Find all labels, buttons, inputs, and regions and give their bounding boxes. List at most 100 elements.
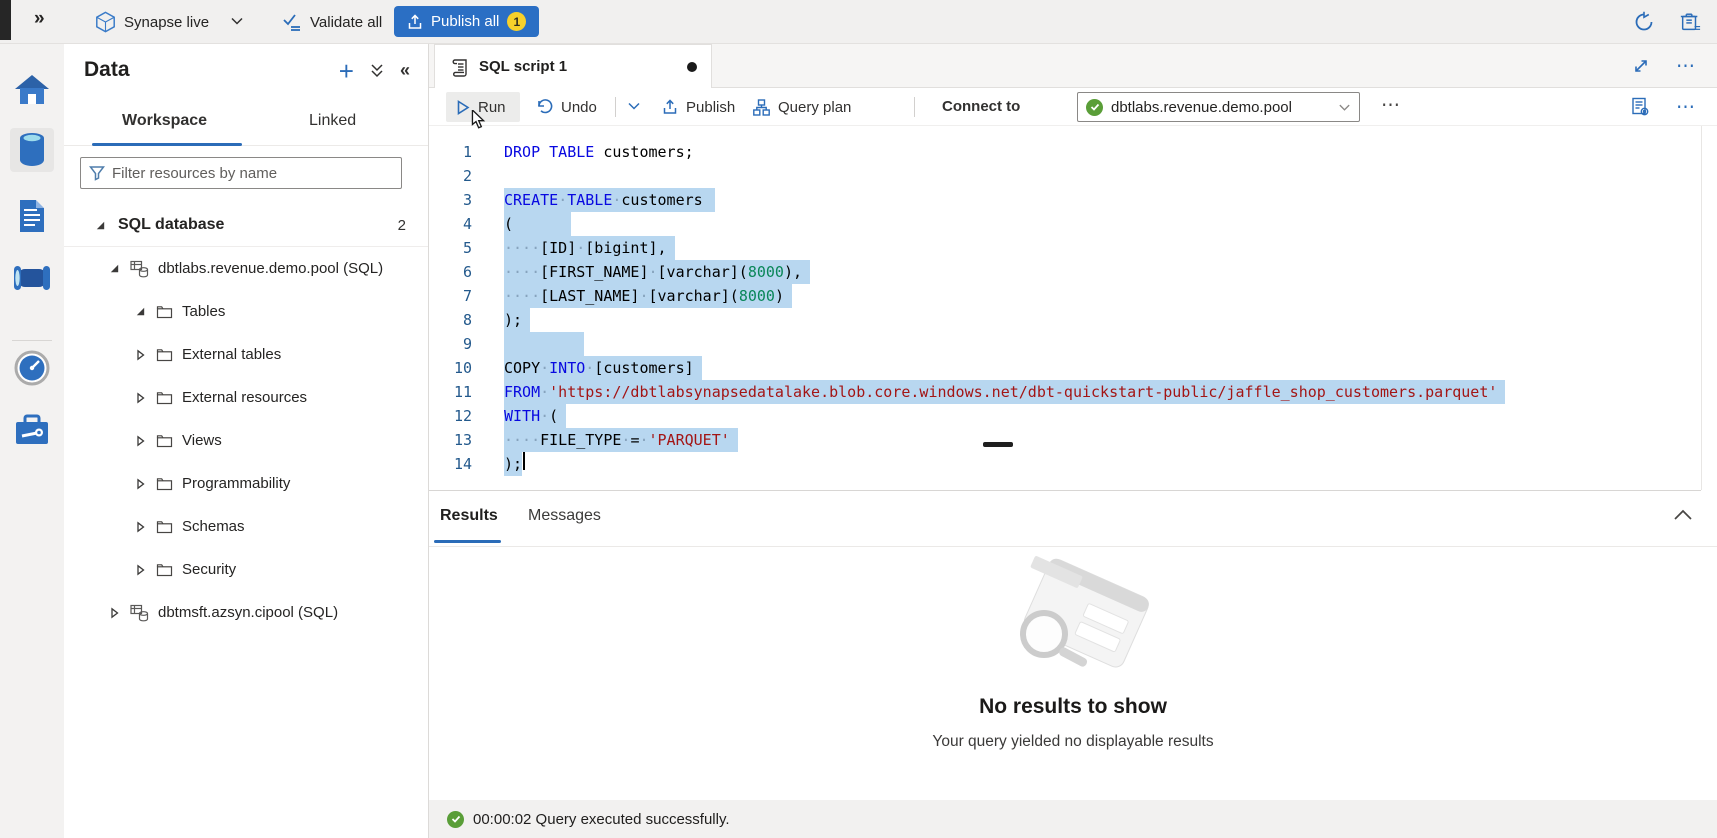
code-token: [bigint], [585,239,666,257]
run-options-chevron-icon[interactable] [627,99,641,113]
code-token: WITH [504,407,540,425]
environment-switcher[interactable]: Synapse live [95,0,209,44]
validate-all-button[interactable]: Validate all [282,0,382,44]
tree-item-external-resources[interactable]: External resources [64,376,428,419]
tab-messages[interactable]: Messages [528,507,601,525]
code-lines: 1DROP TABLE customers;23CREATE·TABLE·cus… [429,140,1717,476]
nav-monitor-button[interactable] [10,346,54,390]
code-line-7: 7····[LAST_NAME]·[varchar](8000) [429,284,1717,308]
line-number: 12 [429,404,472,428]
results-header: Results Messages [429,491,1717,547]
tree-item-sql-database[interactable]: SQL database2 [64,204,428,247]
folder-icon [156,476,173,491]
collapse-panel-icon[interactable]: « [400,60,410,81]
tree-item-schemas[interactable]: Schemas [64,505,428,548]
nav-integrate-button[interactable] [10,256,54,300]
line-content: FROM·'https://dbtlabsynapsedatalake.blob… [504,380,1505,404]
line-content [504,332,584,356]
code-token: · [540,383,549,401]
code-token: ); [504,311,522,329]
tab-linked[interactable]: Linked [309,112,356,130]
expand-node-icon[interactable] [134,435,146,447]
editor-more-icon[interactable]: ⋯ [1676,96,1697,119]
tab-sql-script-1[interactable]: SQL script 1 [434,44,712,88]
tree-item-label: dbtmsft.azsyn.cipool (SQL) [158,604,338,621]
tree-item-label: Programmability [182,475,290,492]
toolbar-more-icon[interactable]: ⋯ [1381,94,1402,117]
code-line-6: 6····[FIRST_NAME]·[varchar](8000), [429,260,1717,284]
panel-title: Data [84,58,130,82]
tree-item-security[interactable]: Security [64,548,428,591]
query-plan-button[interactable]: Query plan [747,92,857,122]
undo-button[interactable]: Undo [530,92,603,122]
tree-item-label: dbtlabs.revenue.demo.pool (SQL) [158,260,383,277]
data-icon [15,131,49,169]
tree-item-label: Views [182,432,222,449]
nav-home-button[interactable] [10,68,54,112]
expand-node-icon[interactable] [108,607,120,619]
tree-item-programmability[interactable]: Programmability [64,462,428,505]
publish-all-button[interactable]: Publish all 1 [394,6,539,37]
run-button[interactable]: Run [446,92,520,122]
code-token: · [540,407,549,425]
expand-editor-icon[interactable] [1632,57,1650,75]
empty-state-title: No results to show [429,695,1717,719]
publish-icon [662,99,678,115]
filter-resources-input[interactable] [112,165,393,182]
synapse-live-icon [95,11,116,33]
tree-item-dbtlabs-revenue-demo-pool-sql[interactable]: dbtlabs.revenue.demo.pool (SQL) [64,247,428,290]
line-content: ( [504,212,571,236]
nav-develop-button[interactable] [10,194,54,238]
actions-collapse-icon[interactable] [370,63,384,78]
sql-code-editor[interactable]: 1DROP TABLE customers;23CREATE·TABLE·cus… [429,126,1717,490]
refresh-icon[interactable] [1633,11,1655,33]
discard-trash-icon[interactable] [1679,11,1701,33]
dropdown-chevron-icon [1338,101,1351,114]
tab-title: SQL script 1 [479,58,567,75]
code-token: 8000 [748,263,784,281]
tree-item-tables[interactable]: Tables [64,290,428,333]
expand-node-icon[interactable] [134,392,146,404]
code-token: [FIRST_NAME] [540,263,648,281]
expand-node-icon[interactable] [134,349,146,361]
code-token: ···· [504,431,540,449]
collapse-node-icon[interactable] [94,220,106,231]
nav-data-button[interactable] [10,128,54,172]
publish-all-label: Publish all [431,13,499,30]
folder-icon [156,519,173,534]
collapse-results-chevron-icon[interactable] [1673,509,1693,521]
line-number: 11 [429,380,472,404]
publish-button[interactable]: Publish [656,92,741,122]
collapse-node-icon[interactable] [134,306,146,317]
connection-dropdown[interactable]: dbtlabs.revenue.demo.pool [1077,92,1360,122]
expand-menu-icon[interactable]: » [34,8,45,30]
tab-more-actions-icon[interactable]: ⋯ [1676,55,1697,78]
line-number: 7 [429,284,472,308]
toolbar-divider [914,97,915,117]
line-number: 3 [429,188,472,212]
environment-label: Synapse live [124,14,209,31]
expand-node-icon[interactable] [134,478,146,490]
nav-manage-button[interactable] [10,408,54,452]
tree-item-label: SQL database [118,216,224,234]
tree-item-external-tables[interactable]: External tables [64,333,428,376]
splitter-handle[interactable] [983,442,1013,447]
properties-icon[interactable] [1631,97,1650,117]
no-results-illustration [978,556,1168,684]
line-number: 6 [429,260,472,284]
tree-item-dbtmsft-azsyn-cipool-sql[interactable]: dbtmsft.azsyn.cipool (SQL) [64,591,428,634]
tree-item-label: External resources [182,389,307,406]
expand-node-icon[interactable] [134,521,146,533]
tab-workspace[interactable]: Workspace [122,112,207,130]
tree-item-label: External tables [182,346,281,363]
code-token: TABLE [567,191,612,209]
chevron-down-icon[interactable] [230,14,244,28]
success-check-icon [447,811,464,828]
tab-results[interactable]: Results [440,507,498,525]
code-token: · [558,191,567,209]
add-resource-icon[interactable]: + [339,61,354,81]
collapse-node-icon[interactable] [108,263,120,274]
manage-icon [13,412,51,448]
tree-item-views[interactable]: Views [64,419,428,462]
expand-node-icon[interactable] [134,564,146,576]
